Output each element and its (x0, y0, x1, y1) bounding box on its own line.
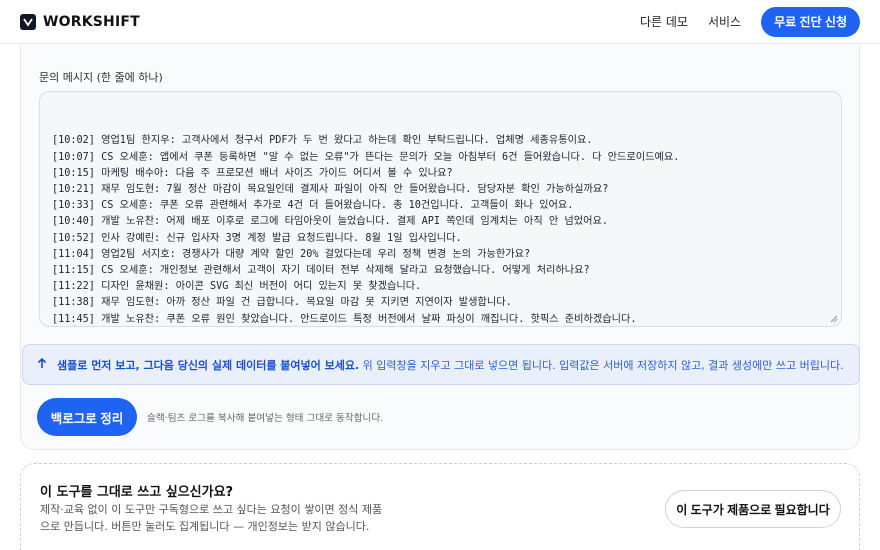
brand-name: WORKSHIFT (43, 13, 140, 30)
message-field-label: 문의 메시지 (한 줄에 하나) (39, 71, 163, 84)
log-line: [11:38] 재무 임도현: 아까 정산 파일 건 급합니다. 목요일 마감 … (52, 297, 512, 309)
nav-services[interactable]: 서비스 (708, 13, 741, 30)
paste-hint: 슬랙·팀즈 로그를 복사해 붙여넣는 형태 그대로 동작합니다. (147, 413, 384, 424)
resize-grip-icon[interactable] (830, 315, 838, 323)
log-line: [11:15] CS 오세훈: 개인정보 관련해서 고객이 자기 데이터 전부 … (52, 265, 590, 277)
input-card: 문의 메시지 (한 줄에 하나) [10:02] 영업1팀 한지우: 고객사에서… (20, 44, 860, 450)
organize-backlog-button[interactable]: 백로그로 정리 (37, 398, 137, 436)
log-line: [10:02] 영업1팀 한지우: 고객사에서 청구서 PDF가 두 번 왔다고… (52, 135, 593, 147)
log-line: [10:21] 재무 임도현: 7월 정산 마감이 목요일인데 결제사 파일이 … (52, 184, 609, 196)
free-diagnosis-button[interactable]: 무료 진단 신청 (761, 6, 860, 37)
log-line: [10:33] CS 오세훈: 쿠폰 오류 관련해서 추가로 4건 더 들어왔습… (52, 200, 574, 212)
banner-text: 샘플로 먼저 보고, 그다음 당신의 실제 데이터를 붙여넣어 보세요. 위 입… (57, 357, 844, 373)
sample-notice-banner: 샘플로 먼저 보고, 그다음 당신의 실제 데이터를 붙여넣어 보세요. 위 입… (22, 344, 860, 385)
arrow-up-icon (37, 357, 47, 372)
log-line: [10:40] 개발 노유찬: 어제 배포 이후로 로그에 타임아웃이 늘었습니… (52, 216, 609, 228)
site-header: WORKSHIFT 다른 데모 서비스 무료 진단 신청 (0, 0, 880, 44)
promo-title: 이 도구를 그대로 쓰고 싶으신가요? (40, 485, 234, 500)
log-line: [10:52] 인사 강예린: 신규 입사자 3명 계정 발급 요청드립니다. … (52, 232, 462, 244)
banner-strong-text: 샘플로 먼저 보고, 그다음 당신의 실제 데이터를 붙여넣어 보세요. (57, 358, 360, 372)
product-interest-card: 이 도구를 그대로 쓰고 싶으신가요? 제작·교육 없이 이 도구만 구독형으로… (20, 463, 860, 550)
log-line: [11:22] 디자인 윤채원: 아이콘 SVG 최신 버전이 어디 있는지 못… (52, 281, 422, 293)
log-line: [10:07] CS 오세훈: 앱에서 쿠폰 등록하면 "알 수 없는 오류"가… (52, 151, 680, 163)
promo-description: 제작·교육 없이 이 도구만 구독형으로 쓰고 싶다는 요청이 쌓이면 정식 제… (40, 503, 383, 533)
banner-rest-text: 위 입력창을 지우고 그대로 넣으면 됩니다. 입력값은 서버에 저장하지 않고… (362, 358, 844, 372)
need-as-product-button[interactable]: 이 도구가 제품으로 필요합니다 (665, 490, 841, 528)
message-textarea[interactable]: [10:02] 영업1팀 한지우: 고객사에서 청구서 PDF가 두 번 왔다고… (39, 91, 842, 327)
log-line: [11:04] 영업2팀 서지호: 경쟁사가 대량 계약 할인 20% 걸었다는… (52, 248, 531, 260)
workshift-logo-icon (20, 13, 36, 30)
brand[interactable]: WORKSHIFT (20, 13, 140, 30)
log-line: [11:45] 개발 노유찬: 쿠폰 오류 원인 찾았습니다. 안드로이드 특정… (52, 313, 637, 325)
log-line: [10:15] 마케팅 배수아: 다음 주 프로모션 배너 사이즈 가이드 어디… (52, 167, 453, 179)
top-nav: 다른 데모 서비스 무료 진단 신청 (640, 6, 860, 37)
nav-other-demos[interactable]: 다른 데모 (640, 13, 688, 30)
